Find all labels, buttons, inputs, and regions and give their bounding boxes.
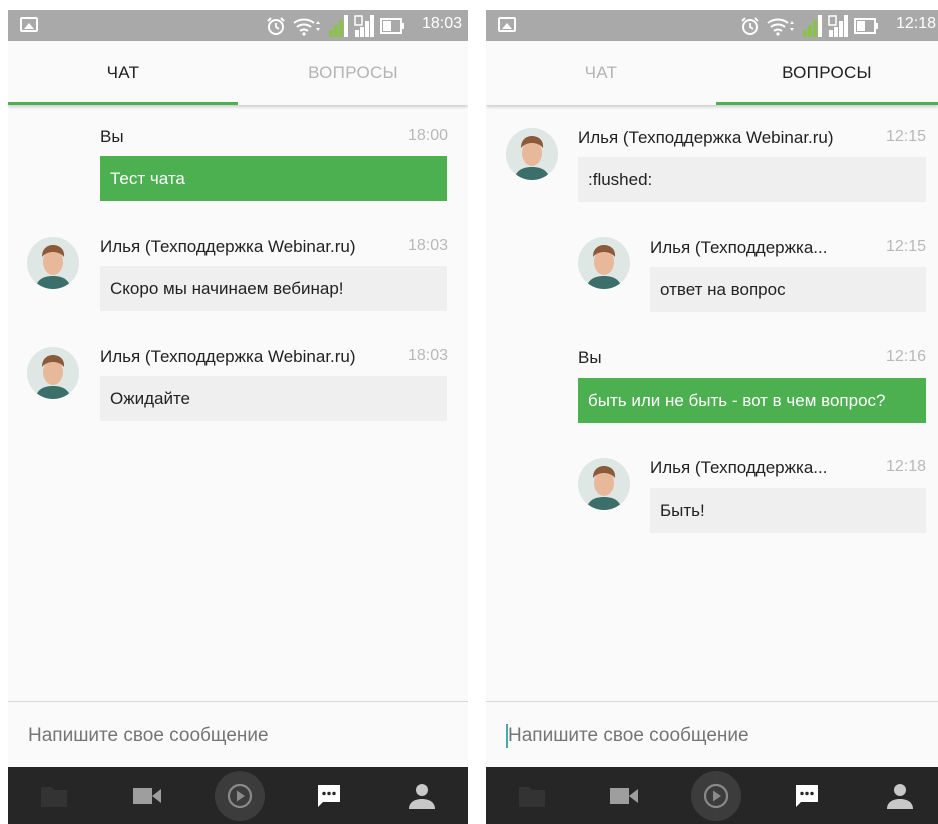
play-icon <box>227 783 253 808</box>
tab-chat[interactable]: ЧАТ <box>8 41 238 105</box>
status-bar: 18:03 <box>8 10 468 41</box>
message-sender: Вы <box>578 348 602 367</box>
nav-files[interactable] <box>24 767 84 824</box>
wifi-icon <box>767 18 794 36</box>
message-time: 18:03 <box>407 347 448 364</box>
right-screen: 12:18 ЧАТ ВОПРОСЫ Илья (Техподдержка Web… <box>486 10 938 824</box>
active-tab-indicator <box>716 102 938 105</box>
message-input[interactable] <box>508 722 908 750</box>
message-bubble: :flushed: <box>578 157 926 202</box>
avatar <box>578 237 630 289</box>
chat-icon <box>318 784 340 807</box>
avatar <box>27 237 79 289</box>
alarm-icon <box>741 16 759 35</box>
nav-broadcast[interactable] <box>210 767 270 824</box>
message-input[interactable] <box>28 722 428 750</box>
video-camera-icon <box>610 787 638 804</box>
nav-broadcast[interactable] <box>686 767 746 824</box>
gallery-notification-icon <box>498 17 516 32</box>
tab-questions[interactable]: ВОПРОСЫ <box>238 41 468 105</box>
tab-chat[interactable]: ЧАТ <box>486 41 716 105</box>
message-time: 18:00 <box>407 127 448 144</box>
nav-video[interactable] <box>594 767 654 824</box>
message-sender: Илья (Техподдержка... <box>650 238 828 257</box>
avatar <box>27 347 79 399</box>
alarm-icon <box>267 16 285 35</box>
message-bubble: быть или не быть - вот в чем вопрос? <box>578 378 926 423</box>
nav-profile[interactable] <box>392 767 452 824</box>
message-sender: Вы <box>100 127 124 146</box>
nav-chat[interactable] <box>777 767 837 824</box>
nav-profile[interactable] <box>870 767 930 824</box>
tab-questions[interactable]: ВОПРОСЫ <box>716 41 938 105</box>
video-camera-icon <box>133 787 161 804</box>
message-bubble: Тест чата <box>100 156 447 201</box>
message-time: 12:16 <box>885 348 926 365</box>
gallery-notification-icon <box>20 17 38 32</box>
avatar <box>578 458 630 510</box>
message-sender: Илья (Техподдержка Webinar.ru) <box>100 237 356 256</box>
wifi-icon <box>293 18 320 36</box>
nav-chat[interactable] <box>299 767 359 824</box>
message-time: 18:03 <box>407 237 448 254</box>
signal-sim1-icon <box>803 14 822 37</box>
battery-icon <box>380 17 404 34</box>
status-icons <box>266 13 406 38</box>
bottom-navbar <box>486 767 938 824</box>
message-bubble: Скоро мы начинаем вебинар! <box>100 266 447 311</box>
play-icon <box>703 783 729 808</box>
signal-sim2-icon <box>828 14 848 37</box>
left-screen: 18:03 ЧАТ ВОПРОСЫ Вы 18:00 Тест чата Иль… <box>8 10 468 824</box>
message-time: 12:18 <box>885 458 926 475</box>
avatar <box>506 128 558 180</box>
message-bubble: ответ на вопрос <box>650 267 926 312</box>
status-time: 18:03 <box>421 15 462 32</box>
chat-icon <box>796 784 818 807</box>
message-bubble: Ожидайте <box>100 376 447 421</box>
battery-icon <box>854 17 878 34</box>
status-time: 12:18 <box>895 15 936 32</box>
nav-files[interactable] <box>502 767 562 824</box>
message-bubble: Быть! <box>650 488 926 533</box>
message-sender: Илья (Техподдержка Webinar.ru) <box>578 128 834 147</box>
message-input-bar <box>8 701 468 767</box>
folder-icon <box>41 786 67 807</box>
tab-bar: ЧАТ ВОПРОСЫ <box>8 41 468 105</box>
message-sender: Илья (Техподдержка Webinar.ru) <box>100 347 356 366</box>
folder-icon <box>519 786 545 807</box>
user-icon <box>887 783 913 809</box>
status-icons <box>740 13 880 38</box>
nav-video[interactable] <box>117 767 177 824</box>
message-sender: Илья (Техподдержка... <box>650 458 828 477</box>
bottom-navbar <box>8 767 468 824</box>
signal-sim2-icon <box>354 14 374 37</box>
message-time: 12:15 <box>885 128 926 145</box>
tab-bar: ЧАТ ВОПРОСЫ <box>486 41 938 105</box>
status-bar: 12:18 <box>486 10 938 41</box>
active-tab-indicator <box>8 102 238 105</box>
user-icon <box>409 783 435 809</box>
signal-sim1-icon <box>329 14 348 37</box>
message-input-bar <box>486 701 938 767</box>
message-time: 12:15 <box>885 238 926 255</box>
